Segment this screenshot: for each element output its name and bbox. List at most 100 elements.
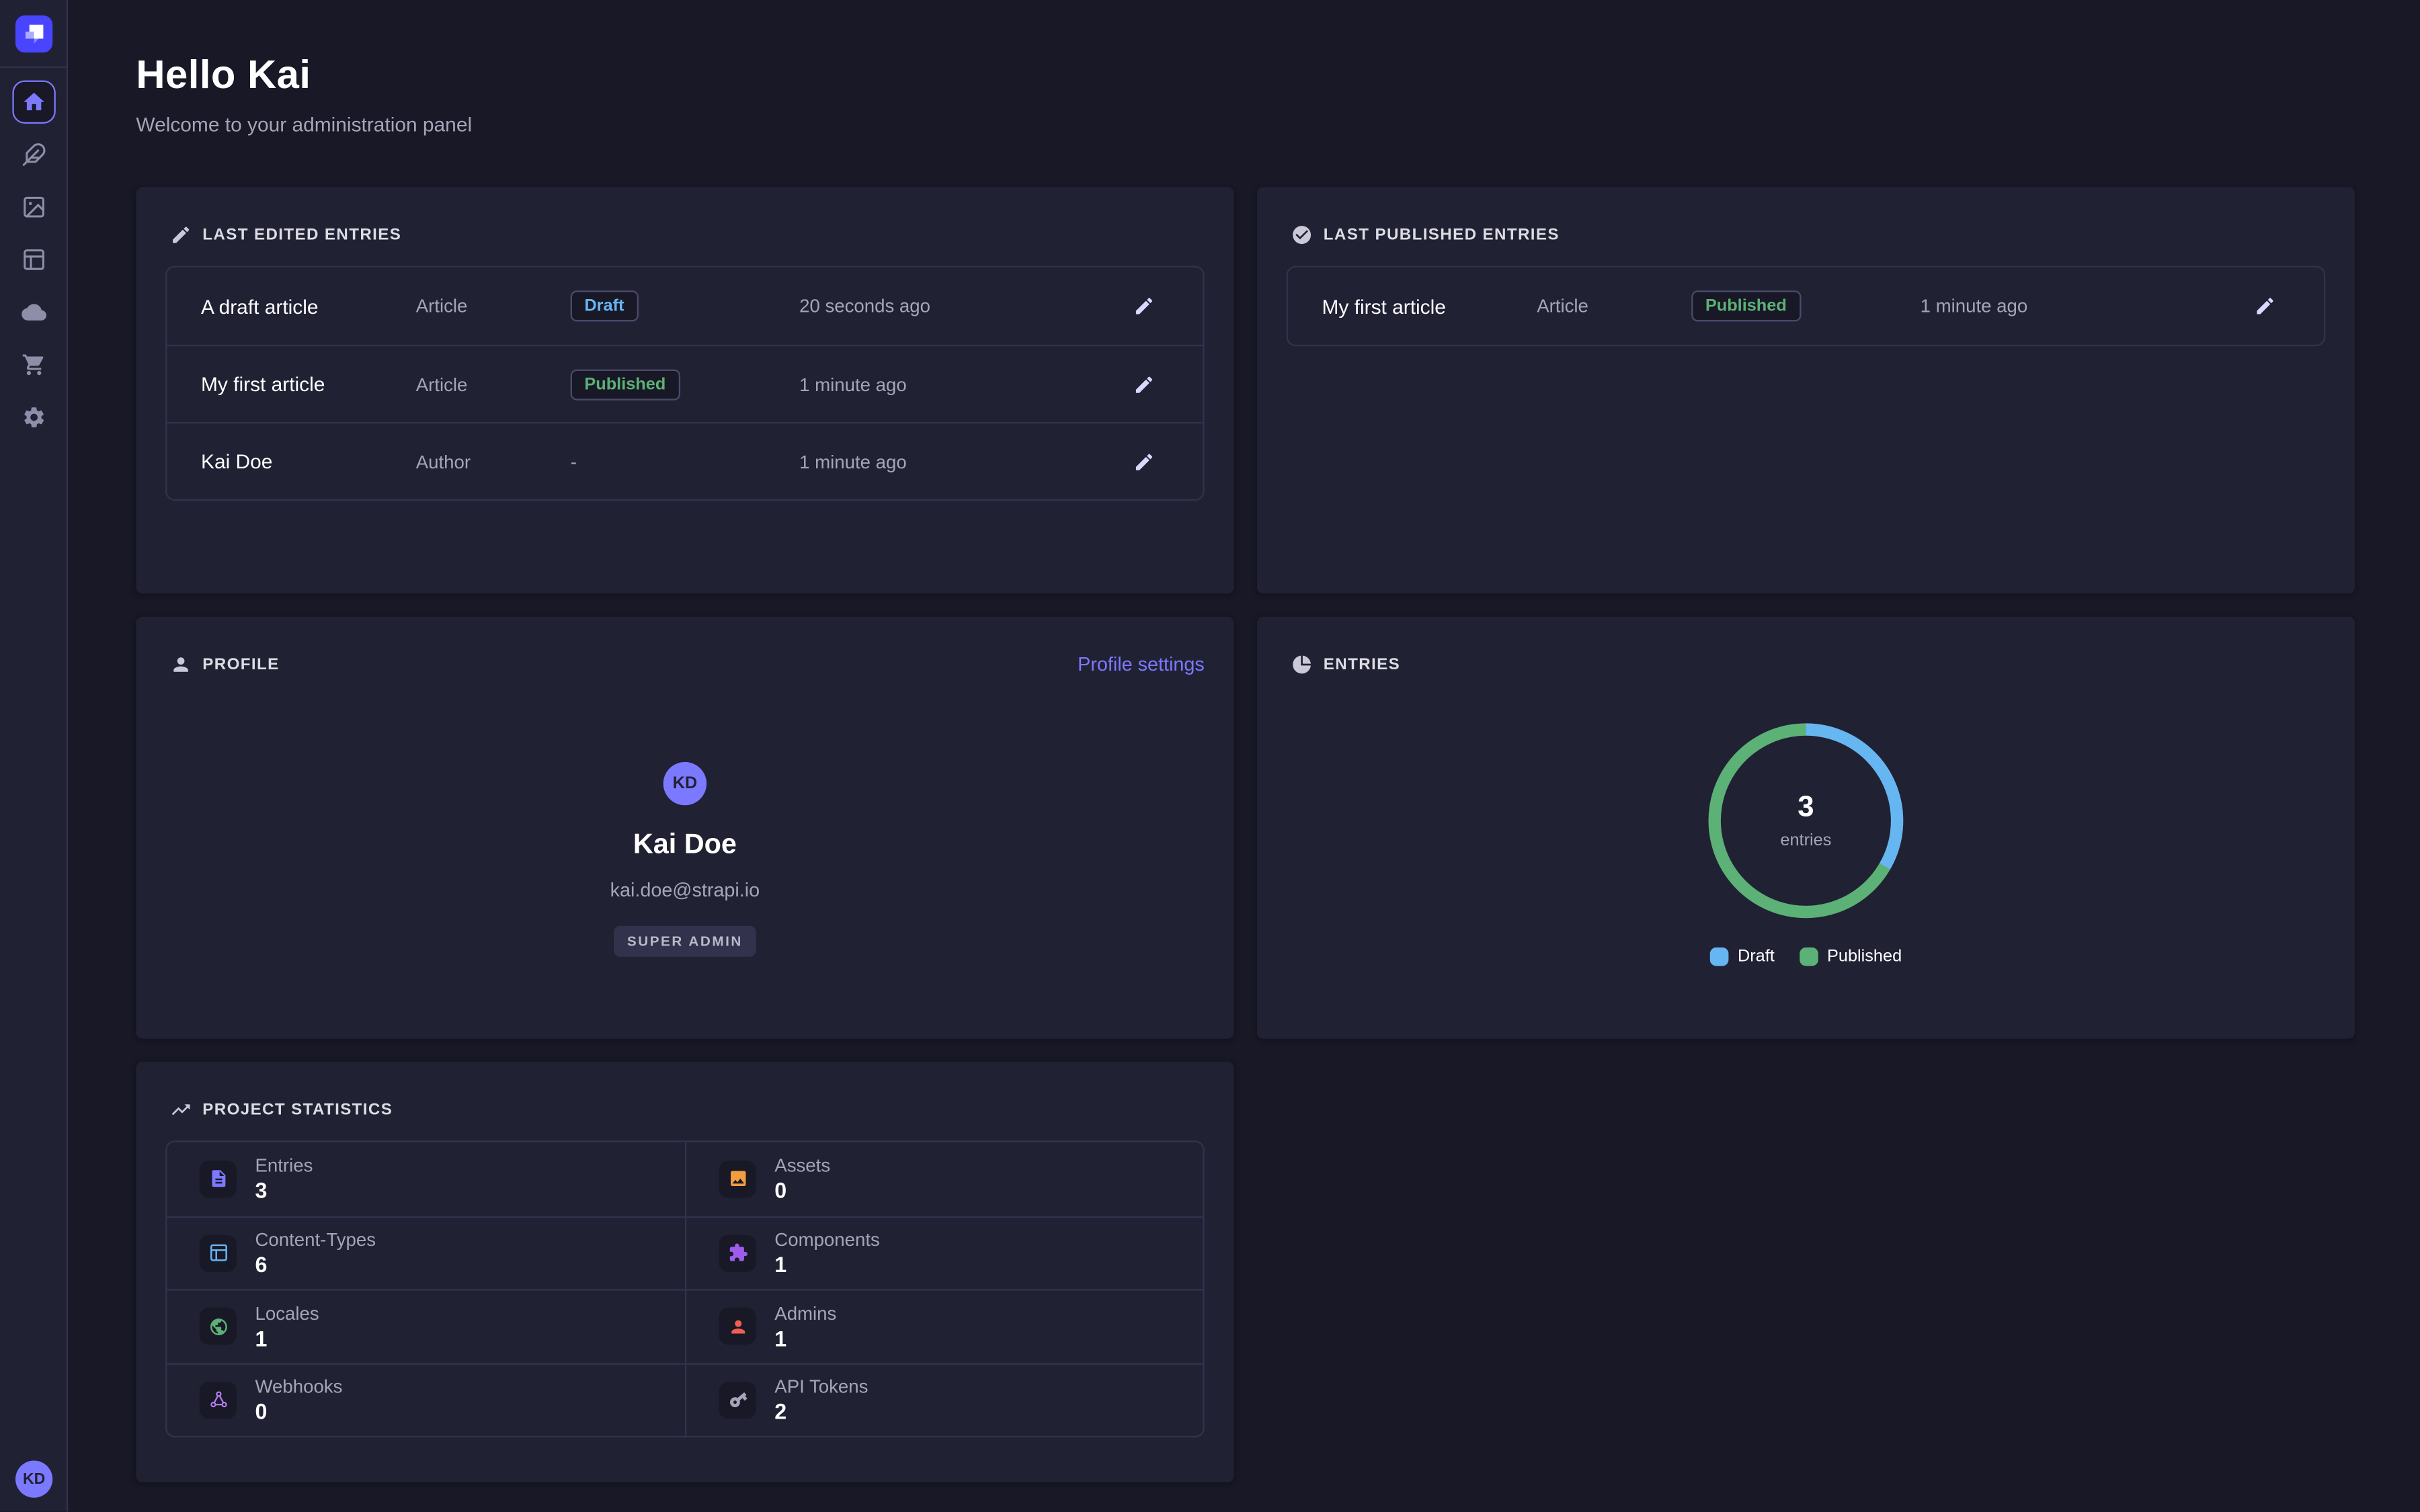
entry-time: 1 minute ago <box>799 450 1119 472</box>
stats-grid: Entries 3 Assets 0 <box>165 1140 1205 1437</box>
stat-label: API Tokens <box>774 1376 868 1398</box>
media-library-icon <box>22 195 46 220</box>
draft-swatch <box>1710 948 1729 966</box>
profile-card: PROFILE Profile settings KD Kai Doe kai.… <box>136 617 1234 1039</box>
status-badge: Draft <box>571 290 638 321</box>
sidebar-item-content-type-builder[interactable] <box>12 238 55 281</box>
stat-content-types: Content-Types 6 <box>167 1216 685 1289</box>
layout-icon <box>200 1234 237 1271</box>
pencil-icon <box>1133 295 1155 317</box>
stat-label: Assets <box>774 1155 830 1177</box>
stat-value: 1 <box>774 1326 836 1351</box>
status-badge: Published <box>1691 290 1800 321</box>
cart-icon <box>22 352 46 377</box>
legend-label: Draft <box>1738 948 1775 966</box>
card-title: PROFILE <box>202 655 279 674</box>
sidebar-item-marketplace[interactable] <box>12 343 55 386</box>
edit-entry-button[interactable] <box>1119 437 1169 487</box>
globe-icon <box>200 1308 237 1345</box>
last-edited-entries-card: LAST EDITED ENTRIES A draft article Arti… <box>136 187 1234 593</box>
user-icon <box>719 1308 756 1345</box>
last-published-entries-card: LAST PUBLISHED ENTRIES My first article … <box>1257 187 2355 593</box>
last-edited-table: A draft article Article Draft 20 seconds… <box>165 266 1205 501</box>
stat-label: Webhooks <box>255 1376 343 1398</box>
file-icon <box>200 1161 237 1198</box>
stat-value: 6 <box>255 1253 376 1277</box>
stat-value: 0 <box>774 1178 830 1203</box>
logo-section <box>0 0 67 68</box>
entry-name: My first article <box>1322 294 1537 318</box>
table-row[interactable]: My first article Article Published 1 min… <box>167 345 1203 422</box>
sidebar-user-initials: KD <box>23 1471 45 1488</box>
published-swatch <box>1800 948 1818 966</box>
page-title: Hello Kai <box>136 51 2355 99</box>
entry-name: My first article <box>201 372 416 396</box>
feather-icon <box>22 142 46 167</box>
profile-email: kai.doe@strapi.io <box>610 880 760 901</box>
table-row[interactable]: My first article Article Published 1 min… <box>1288 267 2324 345</box>
edit-entry-button[interactable] <box>1119 282 1169 331</box>
entry-type: Article <box>1537 295 1691 317</box>
pencil-icon <box>1133 373 1155 394</box>
entry-name: A draft article <box>201 294 416 318</box>
pencil-icon <box>170 224 192 246</box>
table-row[interactable]: A draft article Article Draft 20 seconds… <box>167 267 1203 345</box>
stat-admins: Admins 1 <box>685 1289 1203 1362</box>
check-circle-icon <box>1291 224 1313 246</box>
puzzle-icon <box>719 1234 756 1271</box>
sidebar-item-content-manager[interactable] <box>12 133 55 176</box>
stat-assets: Assets 0 <box>685 1142 1203 1216</box>
stat-label: Locales <box>255 1302 319 1324</box>
sidebar-item-settings[interactable] <box>12 396 55 439</box>
stat-value: 1 <box>255 1326 319 1351</box>
gear-icon <box>22 405 46 430</box>
home-icon <box>22 89 46 114</box>
card-title: ENTRIES <box>1324 655 1400 674</box>
avatar-initials: KD <box>673 774 698 793</box>
last-published-table: My first article Article Published 1 min… <box>1287 266 2326 347</box>
stat-label: Entries <box>255 1155 313 1177</box>
stat-value: 0 <box>255 1399 343 1424</box>
stat-api-tokens: API Tokens 2 <box>685 1362 1203 1435</box>
pencil-icon <box>2254 295 2275 317</box>
pie-chart-icon <box>1291 654 1313 675</box>
layout-icon <box>22 247 46 272</box>
entry-time: 1 minute ago <box>799 373 1119 394</box>
table-row[interactable]: Kai Doe Author - 1 minute ago <box>167 422 1203 499</box>
trending-up-icon <box>170 1099 192 1120</box>
cloud-icon <box>22 300 46 325</box>
stat-entries: Entries 3 <box>167 1142 685 1216</box>
profile-name: Kai Doe <box>633 829 737 861</box>
pencil-icon <box>1133 450 1155 472</box>
person-icon <box>170 654 192 675</box>
card-title: LAST EDITED ENTRIES <box>202 226 401 245</box>
entry-type: Article <box>416 295 571 317</box>
edit-entry-button[interactable] <box>1119 360 1169 409</box>
stat-value: 1 <box>774 1253 880 1277</box>
strapi-logo-glyph <box>15 15 52 52</box>
card-title: LAST PUBLISHED ENTRIES <box>1324 226 1560 245</box>
project-statistics-card: PROJECT STATISTICS Entries 3 <box>136 1062 1234 1482</box>
sidebar-item-media-library[interactable] <box>12 185 55 228</box>
stat-label: Components <box>774 1229 880 1251</box>
donut-segment-published <box>1697 712 1914 929</box>
project-statistics-header: PROJECT STATISTICS <box>136 1062 1234 1120</box>
strapi-logo[interactable] <box>15 15 52 52</box>
profile-settings-link[interactable]: Profile settings <box>1078 654 1205 675</box>
stat-locales: Locales 1 <box>167 1289 685 1362</box>
sidebar-user-avatar[interactable]: KD <box>15 1461 52 1498</box>
last-published-header: LAST PUBLISHED ENTRIES <box>1257 187 2355 245</box>
stat-webhooks: Webhooks 0 <box>167 1362 685 1435</box>
sidebar-item-deploy[interactable] <box>12 290 55 333</box>
legend-item-draft: Draft <box>1710 948 1775 966</box>
last-edited-header: LAST EDITED ENTRIES <box>136 187 1234 245</box>
entry-type: Author <box>416 450 571 472</box>
edit-entry-button[interactable] <box>2241 282 2290 331</box>
stat-value: 2 <box>774 1399 868 1424</box>
sidebar-item-home[interactable] <box>12 81 55 124</box>
stat-components: Components 1 <box>685 1216 1203 1289</box>
entry-name: Kai Doe <box>201 450 416 473</box>
status-badge: Published <box>571 369 680 400</box>
legend-item-published: Published <box>1800 948 1902 966</box>
avatar: KD <box>663 762 707 805</box>
